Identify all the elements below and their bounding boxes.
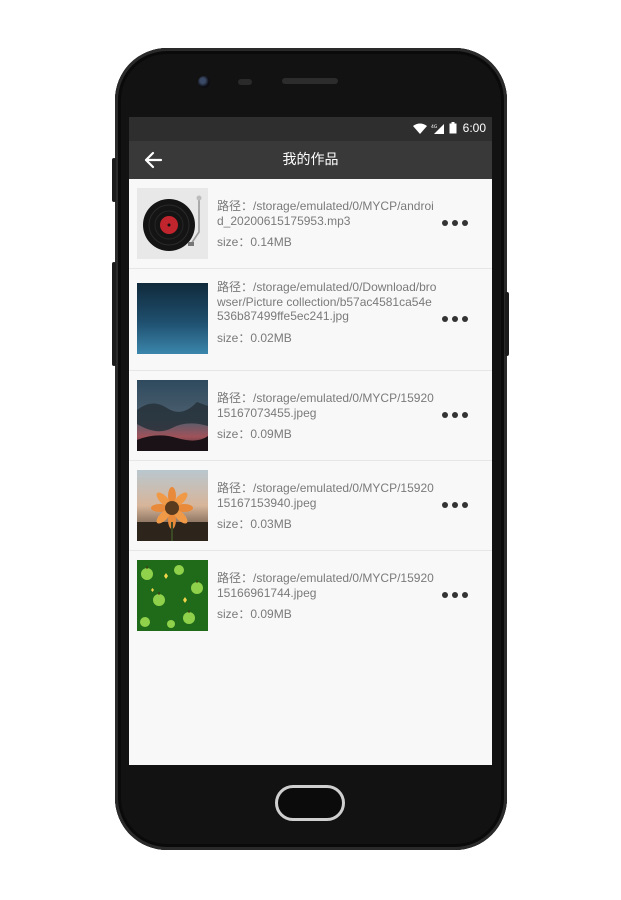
size-label: size： (217, 517, 251, 532)
size-value: 0.09MB (250, 607, 292, 622)
file-size: size：0.03MB (217, 517, 437, 532)
earpiece-speaker (282, 78, 338, 84)
size-label: size： (217, 330, 251, 345)
page-title: 我的作品 (282, 152, 339, 168)
file-size: size：0.09MB (217, 427, 437, 442)
size-value: 0.14MB (250, 235, 292, 250)
green-apples-thumbnail (137, 560, 208, 631)
signal-icon: 4G (431, 123, 444, 134)
path-label: 路径： (217, 391, 254, 405)
file-size: size：0.14MB (217, 235, 437, 250)
file-info: 路径：/storage/emulated/0/MYCP/159201516707… (217, 391, 437, 442)
size-value: 0.03MB (250, 517, 292, 532)
front-camera (198, 76, 210, 88)
app-bar: 我的作品 (129, 141, 492, 179)
size-value: 0.02MB (250, 330, 292, 345)
more-horizontal-icon[interactable] (442, 498, 468, 512)
file-path: 路径：/storage/emulated/0/MYCP/159201516707… (217, 391, 437, 420)
more-horizontal-icon[interactable] (442, 312, 468, 326)
file-size: size：0.09MB (217, 607, 437, 622)
file-info: 路径：/storage/emulated/0/MYCP/159201516696… (217, 571, 437, 622)
more-horizontal-icon[interactable] (442, 216, 468, 230)
dusk-sky-thumbnail (137, 380, 208, 451)
proximity-sensor (238, 79, 252, 85)
file-path: 路径：/storage/emulated/0/MYCP/159201516715… (217, 481, 437, 510)
size-label: size： (217, 235, 251, 250)
list-item[interactable]: 路径：/storage/emulated/0/MYCP/159201516715… (129, 461, 492, 551)
vinyl-record-thumbnail (137, 188, 208, 259)
status-icons: 4G 6:00 (412, 121, 486, 135)
status-bar: 4G 6:00 (129, 117, 492, 141)
list-item[interactable]: 路径：/storage/emulated/0/Download/browser/… (129, 269, 492, 371)
svg-text:4G: 4G (431, 124, 438, 130)
file-path: 路径：/storage/emulated/0/MYCP/159201516696… (217, 571, 437, 600)
battery-icon (449, 122, 457, 134)
file-info: 路径：/storage/emulated/0/Download/browser/… (217, 280, 437, 345)
side-button-left (112, 158, 116, 202)
file-info: 路径：/storage/emulated/0/MYCP/159201516715… (217, 481, 437, 532)
list-item[interactable]: 路径：/storage/emulated/0/MYCP/159201516707… (129, 371, 492, 461)
file-size: size：0.02MB (217, 331, 437, 346)
list-item[interactable]: 路径：/storage/emulated/0/MYCP/android_2020… (129, 179, 492, 269)
file-info: 路径：/storage/emulated/0/MYCP/android_2020… (217, 199, 437, 250)
list-item[interactable]: 路径：/storage/emulated/0/MYCP/159201516696… (129, 551, 492, 640)
path-label: 路径： (217, 280, 254, 294)
path-label: 路径： (217, 199, 254, 213)
path-label: 路径： (217, 481, 254, 495)
file-path: 路径：/storage/emulated/0/MYCP/android_2020… (217, 199, 437, 228)
more-horizontal-icon[interactable] (442, 588, 468, 602)
sunflower-thumbnail (137, 470, 208, 541)
size-label: size： (217, 427, 251, 442)
status-time: 6:00 (462, 121, 486, 135)
size-value: 0.09MB (250, 427, 292, 442)
path-label: 路径： (217, 571, 254, 585)
side-button-right (505, 292, 509, 356)
file-path: 路径：/storage/emulated/0/Download/browser/… (217, 280, 437, 324)
home-button[interactable] (275, 785, 345, 821)
size-label: size： (217, 607, 251, 622)
file-list: 路径：/storage/emulated/0/MYCP/android_2020… (129, 179, 492, 640)
side-button-left-lower (112, 262, 116, 366)
wifi-icon (412, 123, 427, 134)
screen: 4G 6:00 我的作品 路径：/storage/emulated/0/MYCP… (129, 117, 492, 765)
more-horizontal-icon[interactable] (442, 408, 468, 422)
blue-gradient-thumbnail (137, 283, 208, 354)
